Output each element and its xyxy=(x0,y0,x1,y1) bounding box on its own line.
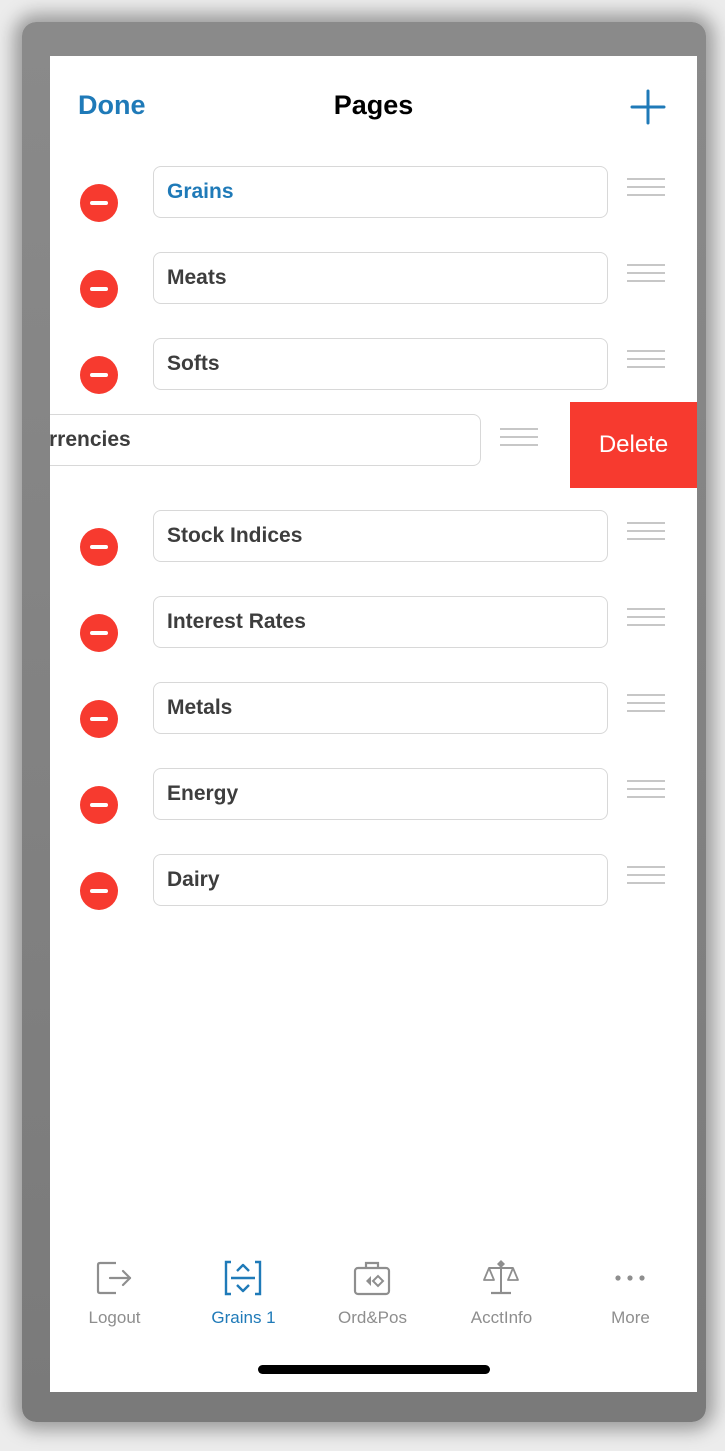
tab-grains-1[interactable]: Grains 1 xyxy=(179,1240,308,1340)
page-row-stock-indices: Stock Indices xyxy=(50,498,697,584)
plus-icon[interactable] xyxy=(630,89,666,125)
remove-dairy-button[interactable] xyxy=(80,872,118,910)
nav-header: Done Pages xyxy=(50,56,697,156)
reorder-handle-icon[interactable] xyxy=(627,608,665,628)
tab-more[interactable]: More xyxy=(566,1240,695,1340)
tab-acctinfo[interactable]: AcctInfo xyxy=(437,1240,566,1340)
page-title: Pages xyxy=(333,90,414,120)
tab-label: Grains 1 xyxy=(211,1308,276,1327)
scales-icon xyxy=(483,1260,519,1295)
page-name-field-dairy[interactable]: Dairy xyxy=(153,854,608,906)
page-row-softs: Softs xyxy=(50,326,697,412)
page-name-field-currencies[interactable]: Currencies xyxy=(50,414,481,466)
remove-energy-button[interactable] xyxy=(80,786,118,824)
page-row-dairy: Dairy xyxy=(50,842,697,928)
page-name-field-stock-indices[interactable]: Stock Indices xyxy=(153,510,608,562)
page-name-field-metals[interactable]: Metals xyxy=(153,682,608,734)
page-row-interest-rates: Interest Rates xyxy=(50,584,697,670)
reorder-handle-icon[interactable] xyxy=(627,350,665,370)
tab-label: Ord&Pos xyxy=(338,1308,407,1327)
page-row-meats: Meats xyxy=(50,240,697,326)
page-row-metals: Metals xyxy=(50,670,697,756)
grains-page-icon xyxy=(224,1260,262,1296)
page-name-field-grains[interactable]: Grains xyxy=(153,166,608,218)
page-row-grains: Grains xyxy=(50,154,697,240)
remove-metals-button[interactable] xyxy=(80,700,118,738)
remove-interest-rates-button[interactable] xyxy=(80,614,118,652)
tab-ord-pos[interactable]: Ord&Pos xyxy=(308,1240,437,1340)
tab-label: More xyxy=(611,1308,650,1327)
reorder-handle-icon[interactable] xyxy=(627,522,665,542)
reorder-handle-icon[interactable] xyxy=(627,866,665,886)
reorder-handle-icon[interactable] xyxy=(500,428,538,448)
reorder-handle-icon[interactable] xyxy=(627,264,665,284)
delete-button[interactable]: Delete xyxy=(570,402,697,488)
page-name-field-meats[interactable]: Meats xyxy=(153,252,608,304)
tab-logout[interactable]: Logout xyxy=(50,1240,179,1340)
tab-label: Logout xyxy=(88,1308,141,1327)
reorder-handle-icon[interactable] xyxy=(627,780,665,800)
home-indicator[interactable] xyxy=(258,1365,490,1374)
logout-icon xyxy=(96,1261,132,1295)
page-name-field-softs[interactable]: Softs xyxy=(153,338,608,390)
briefcase-icon xyxy=(353,1261,391,1296)
phone-screen: Done Pages Grains Meats Softs Currencies… xyxy=(50,56,697,1392)
reorder-handle-icon[interactable] xyxy=(627,178,665,198)
remove-grains-button[interactable] xyxy=(80,184,118,222)
remove-softs-button[interactable] xyxy=(80,356,118,394)
page-row-currencies: Currencies Delete xyxy=(50,402,697,488)
remove-meats-button[interactable] xyxy=(80,270,118,308)
page-name-field-energy[interactable]: Energy xyxy=(153,768,608,820)
remove-stock-indices-button[interactable] xyxy=(80,528,118,566)
more-dots-icon xyxy=(615,1275,645,1281)
tab-bar: Logout Grains 1 Ord&Pos AcctInfo More xyxy=(50,1240,697,1340)
page-name-field-interest-rates[interactable]: Interest Rates xyxy=(153,596,608,648)
tab-label: AcctInfo xyxy=(470,1308,533,1327)
page-row-energy: Energy xyxy=(50,756,697,842)
reorder-handle-icon[interactable] xyxy=(627,694,665,714)
